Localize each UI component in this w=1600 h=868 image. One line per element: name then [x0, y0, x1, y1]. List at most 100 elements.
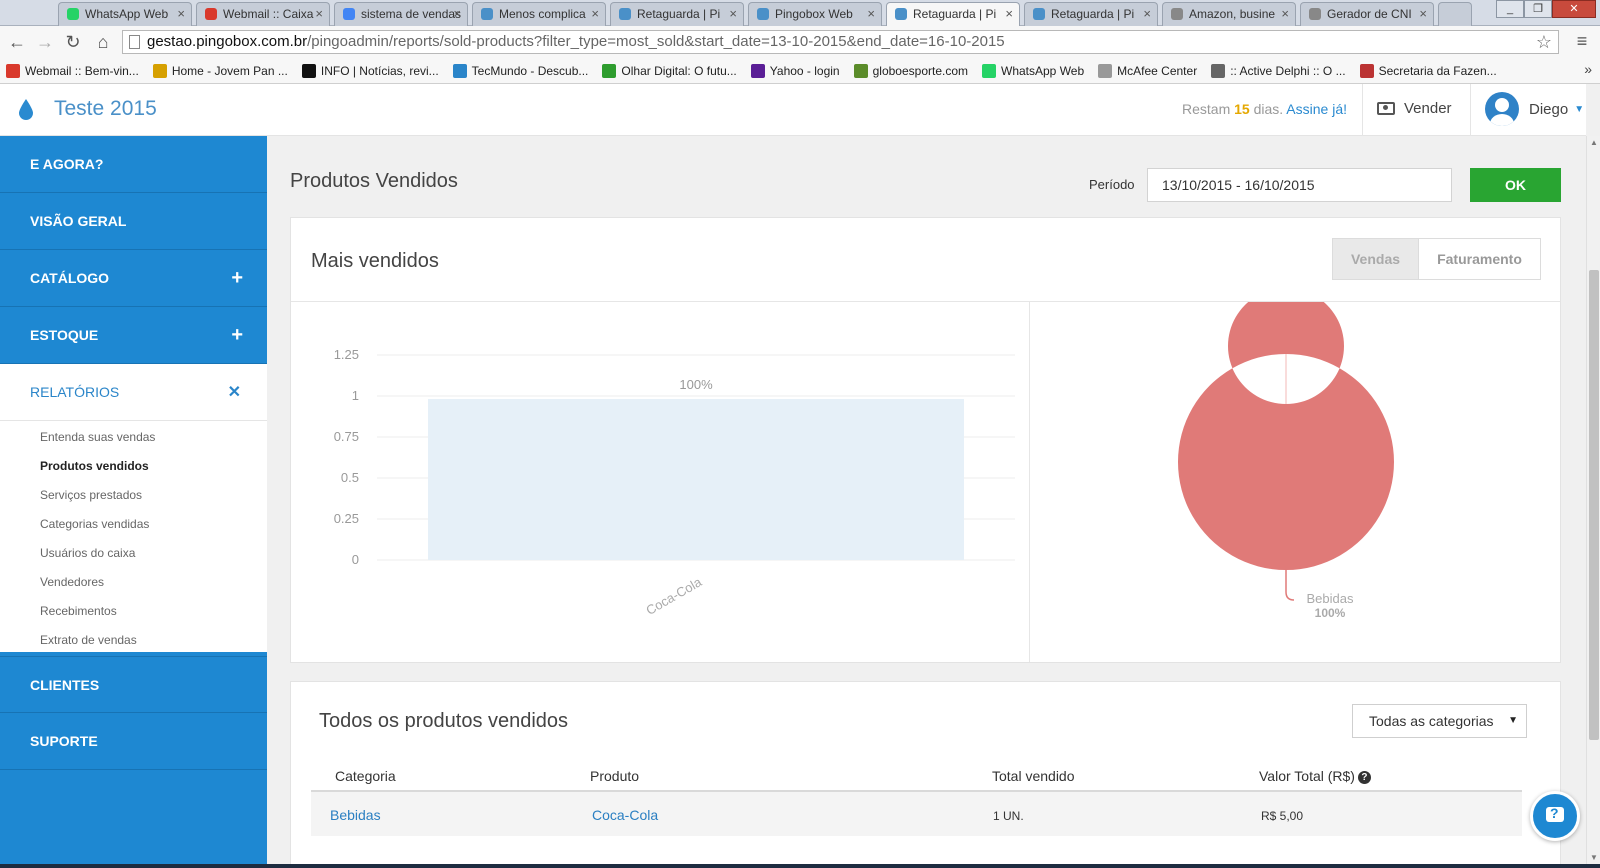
restore-icon[interactable]: ❐ — [1524, 0, 1552, 18]
ok-button[interactable]: OK — [1470, 168, 1561, 202]
y-tick-label: 0.5 — [341, 470, 359, 485]
collapse-close-icon[interactable]: ✕ — [228, 365, 241, 421]
window-controls: _ ❐ ✕ — [1496, 0, 1596, 20]
bookmark-item[interactable]: globoesporte.com — [853, 63, 968, 78]
expand-plus-icon[interactable]: + — [231, 307, 243, 363]
bookmarks-overflow-icon[interactable]: » — [1584, 61, 1592, 77]
store-title: Teste 2015 — [54, 97, 157, 120]
scrollbar-thumb[interactable] — [1589, 270, 1599, 740]
tab-close-icon[interactable]: × — [1143, 3, 1151, 25]
submenu-item-servicos-prestados[interactable]: Serviços prestados — [40, 488, 142, 502]
sidebar-item-relatorios[interactable]: RELATÓRIOS ✕ — [0, 364, 267, 421]
tab-close-icon[interactable]: × — [315, 3, 323, 25]
bookmark-label: Home - Jovem Pan ... — [171, 63, 288, 78]
tab-close-icon[interactable]: × — [1419, 3, 1427, 25]
bookmark-item[interactable]: Yahoo - login — [750, 63, 840, 78]
url-host: gestao.pingobox.com.br — [147, 33, 308, 50]
bookmark-favicon-icon — [750, 63, 765, 78]
sidebar-item-catalogo[interactable]: CATÁLOGO + — [0, 250, 267, 307]
tab-close-icon[interactable]: × — [177, 3, 185, 25]
new-tab-button[interactable] — [1438, 2, 1472, 26]
sidebar-item-suporte[interactable]: SUPORTE — [0, 713, 267, 770]
submenu-item-entenda-vendas[interactable]: Entenda suas vendas — [40, 430, 155, 444]
reports-submenu: Entenda suas vendas Produtos vendidos Se… — [0, 421, 267, 652]
scroll-down-icon[interactable]: ▼ — [1590, 853, 1598, 862]
main-content: Produtos Vendidos Período OK Mais vendid… — [267, 136, 1586, 868]
bookmark-favicon-icon — [853, 63, 868, 78]
browser-tab[interactable]: Pingobox Web × — [748, 2, 882, 26]
bookmark-item[interactable]: Olhar Digital: O futu... — [602, 63, 737, 78]
bookmark-item[interactable]: WhatsApp Web — [982, 63, 1085, 78]
browser-tab[interactable]: WhatsApp Web × — [58, 2, 192, 26]
row-category-link[interactable]: Bebidas — [330, 807, 381, 823]
category-filter-select[interactable]: Todas as categorias ▼ — [1352, 704, 1527, 738]
page-scrollbar[interactable]: ▲ ▼ — [1586, 136, 1600, 864]
browser-tab[interactable]: Amazon, busine × — [1162, 2, 1296, 26]
row-product-link[interactable]: Coca-Cola — [592, 807, 658, 823]
column-header-produto: Produto — [590, 768, 640, 784]
url-input[interactable]: gestao.pingobox.com.br/pingoadmin/report… — [122, 30, 1559, 54]
bookmark-item[interactable]: Webmail :: Bem-vin... — [6, 63, 139, 78]
tab-favicon-icon — [1309, 8, 1321, 20]
browser-tab[interactable]: Retaguarda | Pi × — [1024, 2, 1158, 26]
slice-label-leader — [1285, 570, 1295, 601]
scroll-up-icon[interactable]: ▲ — [1590, 138, 1598, 147]
bookmark-item[interactable]: :: Active Delphi :: O ... — [1211, 63, 1346, 78]
submenu-item-produtos-vendidos[interactable]: Produtos vendidos — [40, 459, 149, 473]
period-date-range-input[interactable] — [1147, 168, 1452, 202]
sidebar-item-estoque[interactable]: ESTOQUE + — [0, 307, 267, 364]
bookmark-star-icon[interactable]: ☆ — [1536, 31, 1552, 53]
bookmark-item[interactable]: Home - Jovem Pan ... — [152, 63, 288, 78]
tab-close-icon[interactable]: × — [591, 3, 599, 25]
submenu-item-categorias-vendidas[interactable]: Categorias vendidas — [40, 517, 149, 531]
toggle-sales-button[interactable]: Vendas — [1333, 239, 1419, 279]
browser-tab[interactable]: Webmail :: Caixa × — [196, 2, 330, 26]
os-taskbar — [0, 864, 1600, 868]
submenu-item-extrato-vendas[interactable]: Extrato de vendas — [40, 633, 137, 647]
sidebar-item-visao-geral[interactable]: VISÃO GERAL — [0, 193, 267, 250]
avatar — [1485, 92, 1519, 126]
bookmark-label: Yahoo - login — [769, 63, 840, 78]
bookmark-item[interactable]: TecMundo - Descub... — [452, 63, 588, 78]
expand-plus-icon[interactable]: + — [231, 250, 243, 306]
help-chat-button[interactable] — [1530, 791, 1580, 841]
browser-tab[interactable]: Retaguarda | Pi × — [610, 2, 744, 26]
tab-close-icon[interactable]: × — [453, 3, 461, 25]
forward-icon[interactable]: → — [34, 32, 56, 52]
browser-tab[interactable]: sistema de vendas × — [334, 2, 468, 26]
cash-register-icon — [1377, 102, 1395, 115]
trial-suffix: dias. — [1253, 101, 1284, 117]
close-window-icon[interactable]: ✕ — [1552, 0, 1596, 18]
tab-close-icon[interactable]: × — [867, 3, 875, 25]
browser-menu-icon[interactable]: ≡ — [1574, 31, 1590, 52]
y-tick-label: 0 — [352, 552, 359, 567]
minimize-icon[interactable]: _ — [1496, 0, 1524, 18]
bookmark-label: WhatsApp Web — [1001, 63, 1085, 78]
tab-close-icon[interactable]: × — [1281, 3, 1289, 25]
browser-tab[interactable]: Menos complica × — [472, 2, 606, 26]
browser-tab[interactable]: Gerador de CNI × — [1300, 2, 1434, 26]
sidebar-item-e-agora[interactable]: E AGORA? — [0, 136, 267, 193]
bookmark-item[interactable]: Secretaria da Fazen... — [1359, 63, 1497, 78]
user-menu[interactable]: Diego ▼ — [1485, 92, 1584, 126]
sell-button[interactable]: Vender — [1377, 100, 1452, 117]
bar — [428, 399, 964, 560]
toggle-revenue-button[interactable]: Faturamento — [1419, 239, 1540, 279]
bookmark-item[interactable]: INFO | Notícias, revi... — [301, 63, 439, 78]
reload-icon[interactable]: ↻ — [62, 32, 84, 52]
row-total-sold: 1 UN. — [993, 809, 1024, 823]
y-tick-label: 1 — [352, 388, 359, 403]
help-icon[interactable]: ? — [1357, 771, 1371, 784]
home-icon[interactable]: ⌂ — [92, 32, 114, 52]
submenu-item-usuarios-caixa[interactable]: Usuários do caixa — [40, 546, 135, 560]
sidebar-item-clientes[interactable]: CLIENTES — [0, 656, 267, 713]
browser-tab[interactable]: Retaguarda | Pi × — [886, 2, 1020, 26]
bookmark-item[interactable]: McAfee Center — [1098, 63, 1197, 78]
back-icon[interactable]: ← — [6, 32, 28, 52]
submenu-item-recebimentos[interactable]: Recebimentos — [40, 604, 117, 618]
tab-close-icon[interactable]: × — [1005, 3, 1013, 25]
tab-close-icon[interactable]: × — [729, 3, 737, 25]
submenu-item-vendedores[interactable]: Vendedores — [40, 575, 104, 589]
subscribe-link[interactable]: Assine já! — [1286, 101, 1347, 117]
bookmark-favicon-icon — [152, 63, 167, 78]
